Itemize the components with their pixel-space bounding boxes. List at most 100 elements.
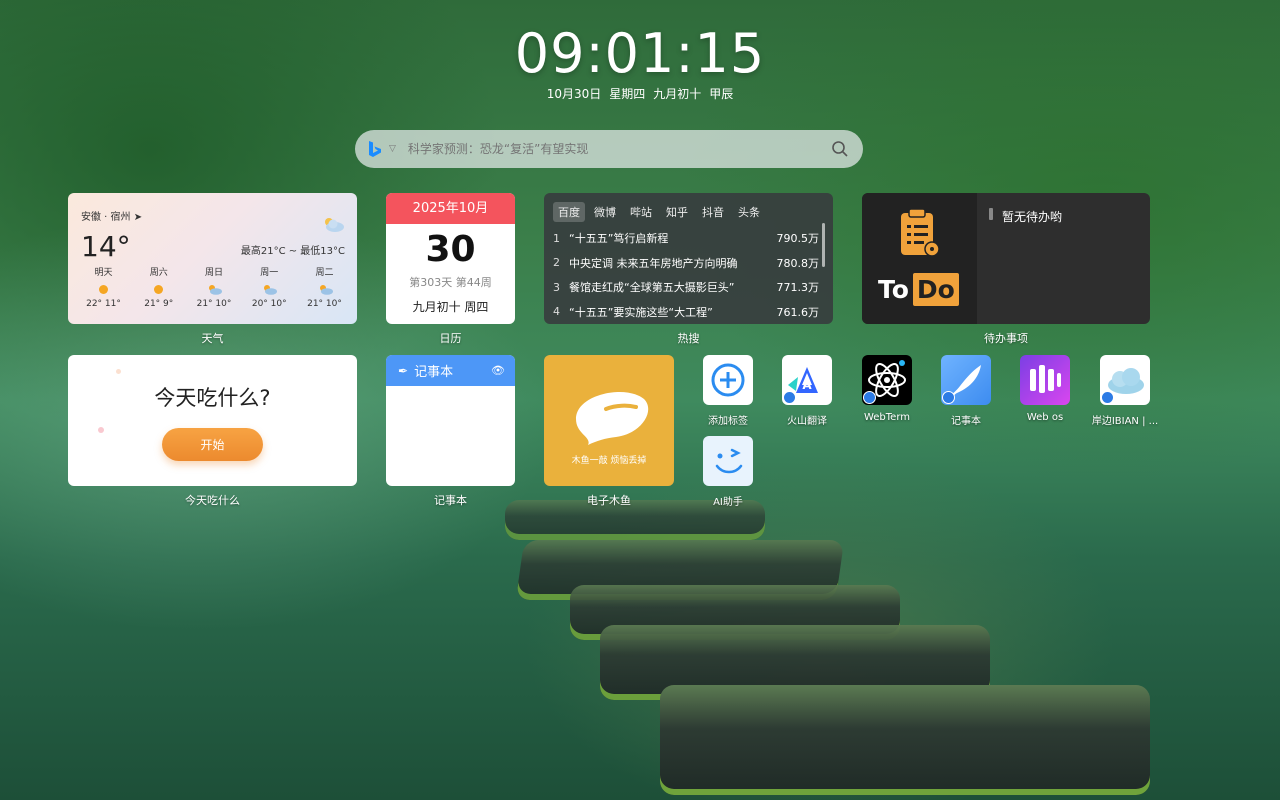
forecast-day: 周一 20° 10° [242, 265, 297, 309]
hot-title[interactable]: 中央定调 未来五年房地产方向明确 [569, 255, 769, 271]
app-label: Web os [1026, 412, 1064, 423]
todo-widget[interactable]: To Do 暂无待办哟 [862, 193, 1150, 324]
forecast-day: 周二 21° 10° [297, 265, 352, 309]
search-icon[interactable] [831, 140, 849, 158]
clock-date: 10月30日 星期四 九月初十 甲辰 [0, 85, 1280, 102]
partly-cloudy-icon [264, 285, 278, 295]
sun-icon [99, 284, 108, 294]
plus-circle-icon [711, 363, 745, 397]
notes-widget[interactable]: ✒ 记事本 👁 [386, 355, 515, 486]
confetti-decoration [116, 369, 121, 374]
search-input[interactable] [405, 141, 831, 157]
clipboard-icon [901, 208, 940, 257]
muyu-caption: 木鱼一敲 烦恼丢掉 [571, 456, 647, 466]
start-button[interactable]: 开始 [162, 428, 263, 461]
webterm-app[interactable] [862, 355, 912, 405]
forecast-day: 周日 21° 10° [187, 265, 242, 309]
forecast-temp: 22° 11° [86, 299, 121, 309]
app-label: 火山翻译 [787, 416, 827, 427]
location-arrow-icon: ➤ [133, 212, 143, 223]
hot-scrollbar[interactable] [822, 223, 825, 267]
calendar-month: 2025年10月 [386, 193, 515, 224]
clock-time: 09:01:15 [514, 22, 766, 85]
forecast-day-name: 周一 [260, 268, 279, 278]
weekday-text: 星期四 [609, 87, 646, 101]
stone-decoration [660, 685, 1150, 795]
tab-toutiao[interactable]: 头条 [733, 202, 765, 222]
hot-title[interactable]: “十五五”笃行启新程 [569, 230, 769, 246]
weather-location[interactable]: 安徽 · 宿州 ➤ [81, 208, 142, 223]
weather-label: 天气 [201, 332, 224, 345]
hot-rank: 4 [553, 305, 560, 319]
hot-item[interactable]: 4 “十五五”要实施这些“大工程” 761.6万 [553, 300, 819, 325]
engine-dropdown-icon[interactable]: ▽ [389, 144, 396, 154]
hot-list: 1 “十五五”笃行启新程 790.5万 2 中央定调 未来五年房地产方向明确 780.8… [553, 226, 819, 324]
volcano-translate-app[interactable]: A [782, 355, 832, 405]
hot-title[interactable]: “十五五”要实施这些“大工程” [569, 304, 769, 320]
link-badge-icon [1101, 391, 1114, 404]
calendar-lunar: 九月初十 周四 [412, 300, 489, 314]
tab-douyin[interactable]: 抖音 [697, 202, 729, 222]
partly-cloudy-icon [319, 285, 333, 295]
forecast-day: 周六 21° 9° [131, 265, 186, 309]
forecast-day-name: 周六 [149, 268, 168, 278]
app-label: 添加标签 [708, 416, 748, 427]
wooden-fish-icon [576, 391, 649, 445]
bing-icon[interactable] [367, 140, 383, 158]
forecast-day: 明天 22° 11° [76, 265, 131, 309]
search-bar[interactable]: ▽ [355, 130, 863, 168]
hot-item[interactable]: 3 餐馆走红成“全球第五大摄影巨头” 771.3万 [553, 275, 819, 300]
notes-header: ✒ 记事本 👁 [386, 355, 515, 386]
ganzhi-text: 甲辰 [709, 87, 734, 101]
calendar-label: 日历 [439, 332, 462, 345]
feather-icon: ✒ [398, 363, 409, 378]
ai-assistant-app[interactable] [703, 436, 753, 486]
notes-label: 记事本 [434, 494, 467, 507]
hot-title[interactable]: 餐馆走红成“全球第五大摄影巨头” [569, 279, 769, 295]
todo-logo: To Do [862, 193, 977, 324]
webos-app[interactable] [1020, 355, 1070, 405]
temp-range: 最高21°C ~ 最低13°C [240, 246, 345, 257]
hot-rank: 3 [553, 280, 560, 294]
calendar-day: 30 [425, 229, 476, 270]
partly-cloudy-icon [209, 285, 222, 295]
hot-tabs: 百度 微博 哔站 知乎 抖音 头条 [553, 202, 769, 222]
muyu-widget[interactable]: 木鱼一敲 烦恼丢掉 [544, 355, 674, 486]
confetti-decoration [98, 427, 104, 433]
todo-marker [989, 208, 993, 220]
tab-weibo[interactable]: 微博 [589, 202, 621, 222]
todo-label: 待办事项 [984, 332, 1028, 345]
calendar-sub: 第303天 第44周 [409, 276, 492, 289]
forecast-day-name: 周日 [204, 268, 223, 278]
app-label: 记事本 [951, 416, 981, 427]
hot-search-widget: 百度 微博 哔站 知乎 抖音 头条 1 “十五五”笃行启新程 790.5万 2 中央定… [544, 193, 833, 324]
add-tag-app[interactable] [703, 355, 753, 405]
eat-label: 今天吃什么 [185, 494, 240, 507]
app-label: AI助手 [713, 497, 743, 508]
hot-heat: 771.3万 [776, 281, 820, 295]
notepad-app[interactable] [941, 355, 991, 405]
tab-zhihu[interactable]: 知乎 [661, 202, 693, 222]
hot-item[interactable]: 1 “十五五”笃行启新程 790.5万 [553, 226, 819, 251]
date-text: 10月30日 [546, 87, 602, 101]
todo-logo-to: To [878, 275, 909, 304]
hot-heat: 780.8万 [776, 256, 820, 270]
tab-baidu[interactable]: 百度 [553, 202, 585, 222]
forecast-list: 明天 22° 11° 周六 21° 9° 周日 21° 10° 周一 20° 10° 周… [76, 265, 352, 309]
todo-logo-text: To Do [878, 273, 959, 306]
cloud-icon [325, 218, 344, 232]
todo-logo-do: Do [912, 273, 959, 306]
lunar-text: 九月初十 [653, 87, 702, 101]
tab-bilibili[interactable]: 哔站 [625, 202, 657, 222]
calendar-widget[interactable]: 2025年10月 30 第303天 第44周 九月初十 周四 [386, 193, 515, 324]
weather-widget[interactable]: 安徽 · 宿州 ➤ 14° 最高21°C ~ 最低13°C 明天 22° 11° … [68, 193, 357, 324]
forecast-temp: 21° 10° [307, 299, 342, 309]
todo-empty-text: 暂无待办哟 [1002, 210, 1063, 224]
hot-item[interactable]: 2 中央定调 未来五年房地产方向明确 780.8万 [553, 251, 819, 276]
forecast-day-name: 周二 [315, 268, 334, 278]
location-text: 安徽 · 宿州 [81, 212, 131, 223]
app-label: 岸边IBIAN | ... [1091, 416, 1159, 427]
eye-icon[interactable]: 👁 [491, 364, 505, 377]
ibian-app[interactable] [1100, 355, 1150, 405]
link-badge-icon [783, 391, 796, 404]
